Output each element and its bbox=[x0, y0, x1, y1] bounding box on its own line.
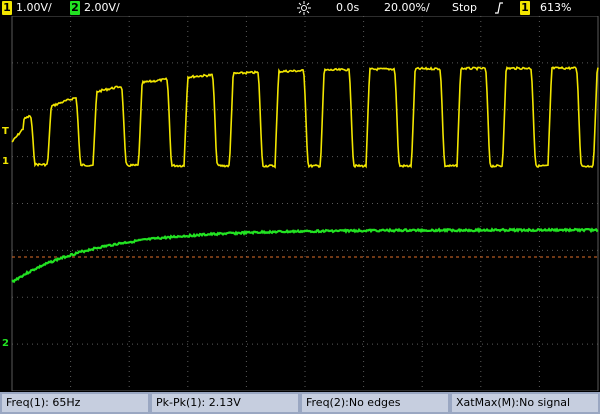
graticule bbox=[11, 16, 599, 391]
waveform-display[interactable]: T 1 2 bbox=[0, 16, 600, 391]
trigger-channel-badge[interactable]: 1 bbox=[520, 1, 530, 15]
measurement-freq-ch1[interactable]: Freq(1): 65Hz bbox=[2, 394, 148, 412]
channel2-ground-marker[interactable]: 2 bbox=[2, 338, 9, 349]
time-scale[interactable]: 20.00%/ bbox=[384, 1, 430, 15]
time-delay[interactable]: 0.0s bbox=[336, 1, 359, 15]
channel2-scale[interactable]: 2.00V/ bbox=[84, 1, 120, 15]
trigger-level[interactable]: 613% bbox=[540, 1, 571, 15]
measurement-pkpk-ch1[interactable]: Pk-Pk(1): 2.13V bbox=[152, 394, 298, 412]
channel1-trace bbox=[11, 65, 599, 169]
channel1-scale[interactable]: 1.00V/ bbox=[16, 1, 52, 15]
channel1-ground-marker[interactable]: 1 bbox=[2, 156, 9, 167]
status-bar: 1 1.00V/ 2 2.00V/ 0.0s 20.00%/ Stop 1 61… bbox=[0, 0, 600, 16]
grid-border bbox=[11, 16, 599, 391]
run-state[interactable]: Stop bbox=[452, 1, 477, 15]
scope-grid bbox=[11, 16, 599, 391]
channel1-badge[interactable]: 1 bbox=[2, 1, 12, 15]
measurement-bar: Freq(1): 65Hz Pk-Pk(1): 2.13V Freq(2):No… bbox=[0, 392, 600, 414]
measurement-freq-ch2[interactable]: Freq(2):No edges bbox=[302, 394, 448, 412]
measurement-xatmax[interactable]: XatMax(M):No signal bbox=[452, 394, 598, 412]
channel2-badge[interactable]: 2 bbox=[70, 1, 80, 15]
trigger-level-marker[interactable]: T bbox=[2, 126, 9, 137]
